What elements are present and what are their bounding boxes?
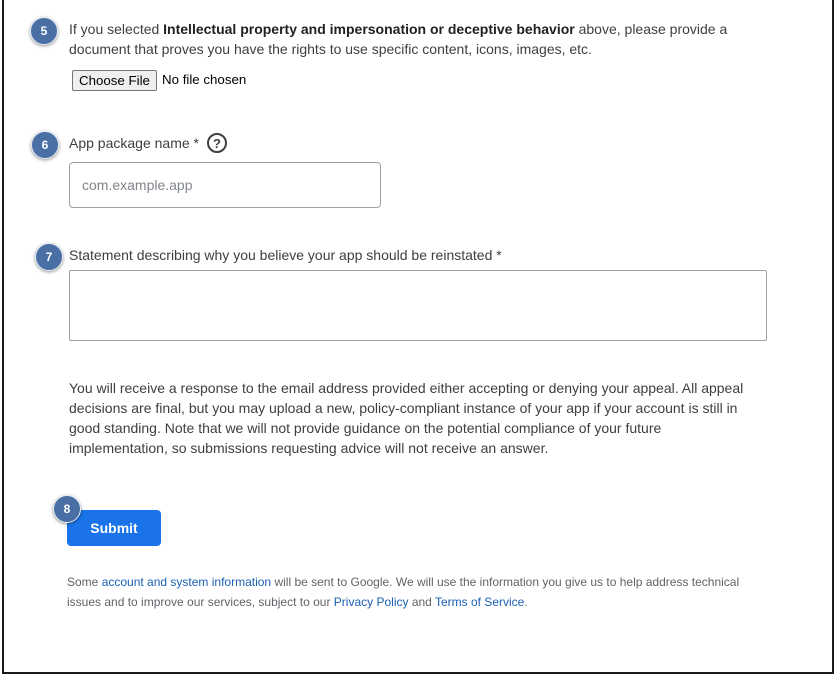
step-badge-5: 5 <box>30 17 58 45</box>
privacy-policy-link[interactable]: Privacy Policy <box>334 595 409 609</box>
step-badge-7: 7 <box>35 243 63 271</box>
appeal-notice: You will receive a response to the email… <box>69 380 744 456</box>
choose-file-button[interactable]: Choose File <box>72 70 157 91</box>
file-status-text: No file chosen <box>162 72 247 87</box>
package-name-label: App package name * <box>69 135 199 151</box>
policy-category-name: Intellectual property and impersonation … <box>163 21 575 37</box>
question-circle-icon[interactable]: ? <box>207 133 227 153</box>
terms-of-service-link[interactable]: Terms of Service <box>435 595 524 609</box>
footer-disclaimer: Some account and system information will… <box>67 575 740 609</box>
account-info-link[interactable]: account and system information <box>102 575 271 589</box>
package-name-input[interactable] <box>69 162 381 208</box>
statement-label: Statement describing why you believe you… <box>69 247 502 263</box>
step-badge-8: 8 <box>53 495 81 523</box>
document-instructions: If you selected Intellectual property an… <box>69 21 728 57</box>
submit-button[interactable]: Submit <box>67 510 161 546</box>
step-badge-6: 6 <box>31 131 59 159</box>
statement-textarea[interactable] <box>69 270 767 341</box>
